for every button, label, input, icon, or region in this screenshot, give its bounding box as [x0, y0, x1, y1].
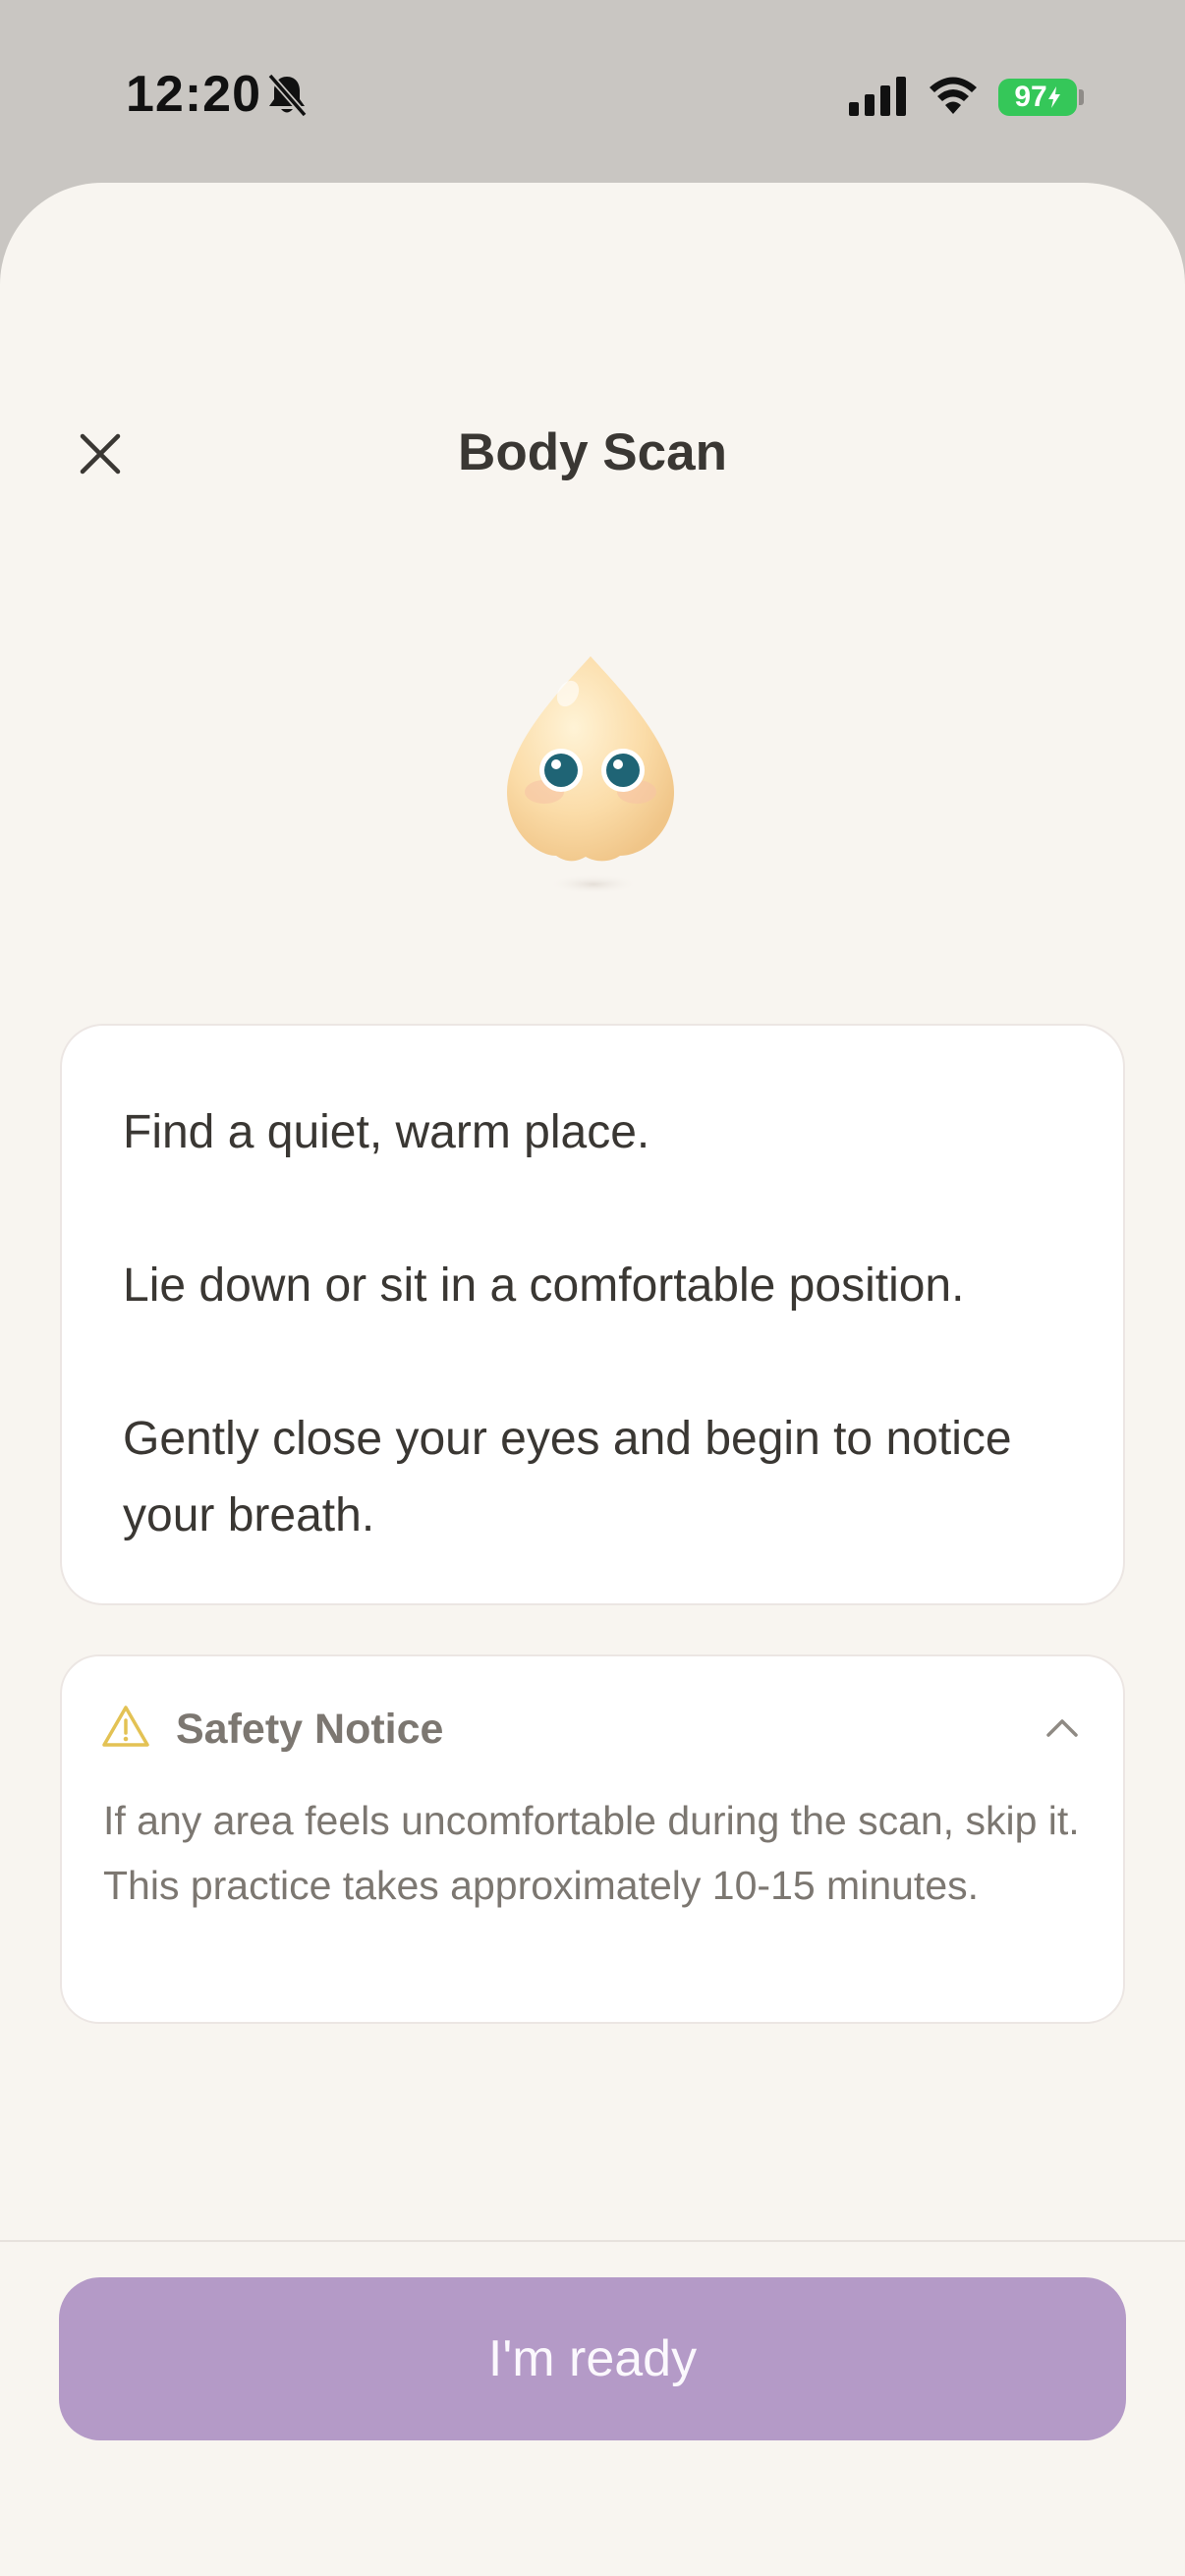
safety-notice-title: Safety Notice	[176, 1706, 444, 1753]
instruction-line: Gently close your eyes and begin to noti…	[123, 1413, 1012, 1541]
chevron-up-icon[interactable]	[1043, 1713, 1082, 1741]
battery-tip	[1079, 89, 1084, 105]
footer-divider	[0, 2240, 1185, 2242]
charging-bolt-icon	[1047, 86, 1060, 108]
warning-icon	[102, 1706, 149, 1747]
wifi-icon	[930, 77, 977, 114]
page-title: Body Scan	[458, 423, 727, 481]
bell-slash-icon	[267, 73, 308, 118]
safety-notice-panel: Safety Notice If any area feels uncomfor…	[60, 1654, 1125, 2024]
safety-notice-body: If any area feels uncomfortable during t…	[103, 1798, 1080, 1908]
cellular-signal-icon	[849, 77, 906, 116]
safety-notice-toggle[interactable]: Safety Notice	[101, 1700, 1084, 1759]
status-bar: 12:20 97	[0, 0, 1185, 183]
status-time: 12:20	[126, 66, 261, 123]
instruction-line: Find a quiet, warm place.	[123, 1106, 650, 1158]
mascot-character-icon	[507, 656, 674, 894]
battery-level: 97	[1014, 81, 1047, 113]
instruction-line: Lie down or sit in a comfortable positio…	[123, 1260, 965, 1312]
battery-indicator: 97	[998, 79, 1077, 116]
ready-button[interactable]: I'm ready	[59, 2277, 1126, 2440]
instructions-card: Find a quiet, warm place. Lie down or si…	[60, 1024, 1125, 1605]
